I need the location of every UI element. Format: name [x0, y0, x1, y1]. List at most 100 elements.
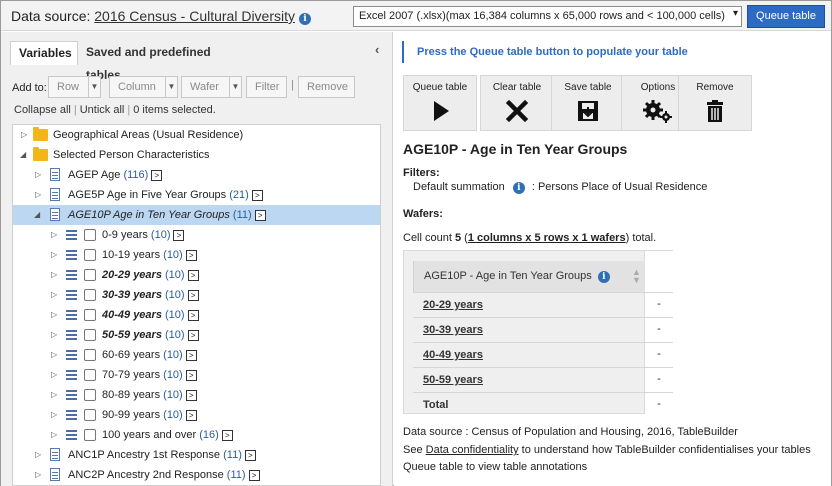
- clear-table-action[interactable]: Clear table: [480, 75, 554, 131]
- expand-arrow-icon[interactable]: >: [187, 289, 199, 301]
- category-count: (10): [163, 409, 183, 421]
- collapse-panel-icon[interactable]: ‹: [375, 42, 379, 57]
- expand-arrow-icon[interactable]: >: [185, 249, 197, 261]
- expand-arrow-icon[interactable]: >: [248, 469, 260, 481]
- row-label-link[interactable]: 20-29 years: [423, 299, 483, 311]
- expand-triangle-icon[interactable]: ▷: [35, 445, 41, 465]
- save-table-action[interactable]: Save table: [551, 75, 625, 131]
- tree-item-geographical-areas[interactable]: ▷ Geographical Areas (Usual Residence): [13, 125, 380, 145]
- category-checkbox[interactable]: [84, 289, 96, 301]
- collapse-all-link[interactable]: Collapse all: [14, 104, 71, 116]
- expand-arrow-icon[interactable]: >: [185, 349, 197, 361]
- expand-arrow-icon[interactable]: >: [185, 409, 197, 421]
- category-checkbox[interactable]: [84, 249, 96, 261]
- tree-item-anc1p[interactable]: ▷ ANC1P Ancestry 1st Response (11) >: [13, 445, 380, 465]
- tree-item-age10p[interactable]: ◢ AGE10P Age in Ten Year Groups (11) >: [13, 205, 380, 225]
- remove-action[interactable]: Remove: [678, 75, 752, 131]
- info-icon[interactable]: i: [512, 182, 525, 194]
- category-item[interactable]: ▷ 30-39 years (10) >: [13, 285, 380, 305]
- category-item[interactable]: ▷ 70-79 years (10) >: [13, 365, 380, 385]
- cell-count-link[interactable]: 1 columns x 5 rows x 1 wafers: [468, 232, 626, 244]
- expand-arrow-icon[interactable]: >: [185, 389, 197, 401]
- tree-item-count: (21): [229, 189, 249, 201]
- category-item[interactable]: ▷ 10-19 years (10) >: [13, 245, 380, 265]
- category-item[interactable]: ▷ 80-89 years (10) >: [13, 385, 380, 405]
- expand-arrow-icon[interactable]: >: [187, 309, 199, 321]
- add-column-button[interactable]: Column ▼: [109, 76, 178, 98]
- expand-triangle-icon[interactable]: ▷: [51, 365, 57, 385]
- category-checkbox[interactable]: [84, 369, 96, 381]
- expand-arrow-icon[interactable]: >: [221, 429, 233, 441]
- expand-triangle-icon[interactable]: ▷: [51, 285, 57, 305]
- category-checkbox[interactable]: [84, 269, 96, 281]
- sort-icon[interactable]: ▲ ▼: [632, 268, 641, 285]
- data-confidentiality-link[interactable]: Data confidentiality: [426, 444, 519, 456]
- chevron-down-icon[interactable]: ▼: [165, 77, 177, 97]
- expand-triangle-icon[interactable]: ▷: [51, 225, 57, 245]
- category-item[interactable]: ▷ 50-59 years (10) >: [13, 325, 380, 345]
- expand-triangle-icon[interactable]: ▷: [51, 265, 57, 285]
- collapse-triangle-icon[interactable]: ◢: [34, 205, 40, 225]
- save-table-action-label: Save table: [564, 82, 612, 93]
- data-source-link[interactable]: 2016 Census - Cultural Diversity: [94, 8, 295, 24]
- add-filter-button[interactable]: Filter: [246, 76, 287, 98]
- info-icon[interactable]: i: [298, 13, 311, 25]
- expand-arrow-icon[interactable]: >: [251, 189, 263, 201]
- expand-arrow-icon[interactable]: >: [187, 329, 199, 341]
- output-format-select[interactable]: Excel 2007 (.xlsx)(max 16,384 columns x …: [353, 6, 742, 27]
- category-item[interactable]: ▷ 0-9 years (10) >: [13, 225, 380, 245]
- tree-item-label: Geographical Areas (Usual Residence): [53, 129, 244, 141]
- expand-triangle-icon[interactable]: ▷: [51, 345, 57, 365]
- expand-triangle-icon[interactable]: ▷: [35, 465, 41, 485]
- expand-arrow-icon[interactable]: >: [187, 269, 199, 281]
- row-label-link[interactable]: 50-59 years: [423, 374, 483, 386]
- category-checkbox[interactable]: [84, 349, 96, 361]
- expand-triangle-icon[interactable]: ▷: [51, 245, 57, 265]
- category-checkbox[interactable]: [84, 329, 96, 341]
- expand-arrow-icon[interactable]: >: [185, 369, 197, 381]
- expand-triangle-icon[interactable]: ▷: [51, 385, 57, 405]
- tree-item-age5p[interactable]: ▷ AGE5P Age in Five Year Groups (21) >: [13, 185, 380, 205]
- expand-arrow-icon[interactable]: >: [151, 169, 163, 181]
- category-icon: [66, 430, 77, 440]
- expand-triangle-icon[interactable]: ▷: [35, 165, 41, 185]
- row-label-link[interactable]: 40-49 years: [423, 349, 483, 361]
- tab-variables[interactable]: Variables: [10, 41, 78, 65]
- category-checkbox[interactable]: [84, 429, 96, 441]
- expand-triangle-icon[interactable]: ▷: [51, 425, 57, 445]
- category-checkbox[interactable]: [84, 409, 96, 421]
- expand-triangle-icon[interactable]: ▷: [51, 405, 57, 425]
- tree-item-agep[interactable]: ▷ AGEP Age (116) >: [13, 165, 380, 185]
- tree-item-anc2p[interactable]: ▷ ANC2P Ancestry 2nd Response (11) >: [13, 465, 380, 485]
- expand-triangle-icon[interactable]: ▷: [51, 305, 57, 325]
- expand-arrow-icon[interactable]: >: [173, 229, 185, 241]
- tree-item-selected-person-characteristics[interactable]: ◢ Selected Person Characteristics: [13, 145, 380, 165]
- queue-table-top-button[interactable]: Queue table: [747, 5, 825, 28]
- queue-table-action[interactable]: Queue table: [403, 75, 477, 131]
- expand-triangle-icon[interactable]: ▷: [21, 125, 27, 145]
- category-item[interactable]: ▷ 100 years and over (16) >: [13, 425, 380, 445]
- info-icon[interactable]: i: [597, 271, 610, 283]
- category-item[interactable]: ▷ 40-49 years (10) >: [13, 305, 380, 325]
- category-item[interactable]: ▷ 20-29 years (10) >: [13, 265, 380, 285]
- category-checkbox[interactable]: [84, 229, 96, 241]
- remove-button[interactable]: Remove: [298, 76, 355, 98]
- collapse-triangle-icon[interactable]: ◢: [20, 145, 26, 165]
- expand-arrow-icon[interactable]: >: [254, 209, 266, 221]
- row-label-link[interactable]: 30-39 years: [423, 324, 483, 336]
- expand-triangle-icon[interactable]: ▷: [51, 325, 57, 345]
- column-header[interactable]: AGE10P - Age in Ten Year Groups i ▲▼ ⋮: [413, 261, 659, 292]
- category-item[interactable]: ▷ 90-99 years (10) >: [13, 405, 380, 425]
- category-checkbox[interactable]: [84, 309, 96, 321]
- expand-triangle-icon[interactable]: ▷: [35, 185, 41, 205]
- expand-arrow-icon[interactable]: >: [244, 449, 256, 461]
- add-wafer-button[interactable]: Wafer ▼: [181, 76, 242, 98]
- category-checkbox[interactable]: [84, 389, 96, 401]
- tree-item-label: AGE5P Age in Five Year Groups: [68, 189, 227, 201]
- tab-saved-tables[interactable]: Saved and predefined tables: [78, 41, 248, 82]
- add-row-button[interactable]: Row ▼: [48, 76, 101, 98]
- chevron-down-icon[interactable]: ▼: [88, 77, 100, 97]
- chevron-down-icon[interactable]: ▼: [229, 77, 241, 97]
- untick-all-link[interactable]: Untick all: [80, 104, 125, 116]
- category-item[interactable]: ▷ 60-69 years (10) >: [13, 345, 380, 365]
